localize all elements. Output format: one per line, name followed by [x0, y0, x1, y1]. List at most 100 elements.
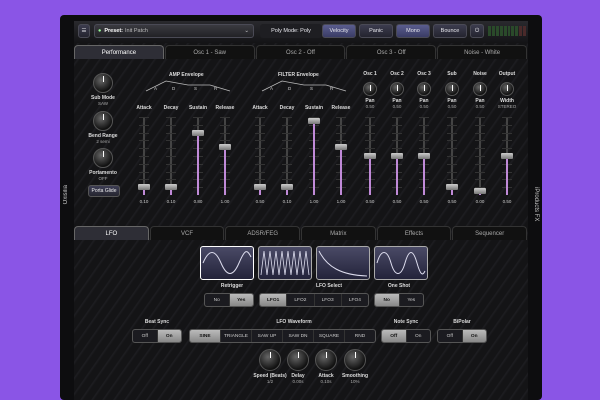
bipolar-option[interactable]: On [462, 330, 486, 342]
portamento-knob[interactable] [93, 148, 113, 168]
fader[interactable] [391, 117, 403, 195]
porta-glide-button[interactable]: Porta Glide [88, 185, 120, 197]
lfo-select-option[interactable]: LFO4 [342, 294, 368, 306]
lfo-knob[interactable] [315, 349, 337, 371]
fader-thumb[interactable] [281, 184, 293, 190]
pan-knob[interactable] [417, 82, 431, 96]
fader-tick [475, 117, 485, 118]
power-button[interactable]: ⏻ [470, 24, 484, 38]
tab-matrix[interactable]: Matrix [301, 226, 376, 240]
fader-thumb[interactable] [165, 184, 177, 190]
fader[interactable] [418, 117, 430, 195]
tab-effects[interactable]: Effects [376, 226, 452, 240]
lfo-waveform-label: LFO Waveform [276, 319, 312, 325]
fader-thumb[interactable] [391, 153, 403, 159]
note-sync-option[interactable]: Off [382, 330, 407, 342]
bipolar-option[interactable]: Off [438, 330, 463, 342]
fader-thumb[interactable] [192, 130, 204, 136]
fader[interactable] [254, 117, 266, 195]
fader-thumb[interactable] [254, 184, 266, 190]
fader-thumb[interactable] [335, 144, 347, 150]
lfo-knob-value: 10% [350, 379, 360, 384]
fader-thumb[interactable] [474, 188, 486, 194]
fader[interactable] [165, 117, 177, 195]
lfo-select-option[interactable]: LFO1 [260, 294, 288, 306]
note-sync-option[interactable]: On [407, 330, 431, 342]
fader[interactable] [335, 117, 347, 195]
pan-knob[interactable] [500, 82, 514, 96]
bounce-button[interactable]: Bounce [433, 24, 467, 38]
fader-tick [139, 171, 149, 173]
fader[interactable] [219, 117, 231, 195]
fader-tick [166, 140, 176, 142]
tab-vcf[interactable]: VCF [149, 226, 225, 240]
menu-button[interactable]: ☰ [78, 24, 90, 38]
one-shot-option[interactable]: No [375, 294, 400, 306]
fader-thumb[interactable] [364, 153, 376, 159]
fader[interactable] [446, 117, 458, 195]
fader[interactable] [281, 117, 293, 195]
waveform-option[interactable]: TRIANGLE [221, 330, 252, 342]
lfo-select-option[interactable]: LFO2 [287, 294, 315, 306]
lfo3-waveform-display[interactable] [316, 246, 370, 280]
lfo-knob[interactable] [259, 349, 281, 371]
retrigger-option[interactable]: Yes [229, 294, 253, 306]
fader-thumb[interactable] [446, 184, 458, 190]
lfo2-waveform-display[interactable] [258, 246, 312, 280]
fader[interactable] [474, 117, 486, 195]
lfo-select-option[interactable]: LFO3 [315, 294, 342, 306]
waveform-option[interactable]: RND [345, 330, 375, 342]
tab-adsr-feg[interactable]: ADSR/FEG [225, 226, 301, 240]
tab-performance[interactable]: Performance [74, 45, 164, 59]
pan-knob[interactable] [445, 82, 459, 96]
lfo1-waveform-display[interactable] [200, 246, 254, 280]
preset-value: Init Patch [124, 28, 148, 34]
tab-osc3[interactable]: Osc 3 - Off [346, 45, 437, 59]
fader-thumb[interactable] [138, 184, 150, 190]
pan-knob[interactable] [390, 82, 404, 96]
pan-knob[interactable] [473, 82, 487, 96]
fader-tick [255, 156, 265, 157]
power-icon: ⏻ [474, 27, 480, 34]
one-shot-option[interactable]: Yes [400, 294, 424, 306]
tab-osc1[interactable]: Osc 1 - Saw [164, 45, 255, 59]
fader-tick [282, 179, 292, 181]
fader-thumb[interactable] [219, 144, 231, 150]
tab-noise[interactable]: Noise - White [437, 45, 527, 59]
fader-thumb[interactable] [501, 153, 513, 159]
fader-tick [392, 140, 402, 142]
fader-tick [255, 163, 265, 165]
fader-value: 0.10 [166, 199, 176, 204]
tab-sequencer[interactable]: Sequencer [452, 226, 528, 240]
sub-mode-knob[interactable] [93, 73, 113, 93]
fader-thumb[interactable] [418, 153, 430, 159]
pan-knob[interactable] [363, 82, 377, 96]
fader[interactable] [364, 117, 376, 195]
panic-button[interactable]: Panic [359, 24, 393, 38]
fader[interactable] [138, 117, 150, 195]
fader-tick [166, 179, 176, 181]
preset-selector[interactable]: ● Preset: Init Patch ⌄ [94, 24, 254, 38]
mono-button[interactable]: Mono [396, 24, 430, 38]
beat-sync-option[interactable]: On [157, 330, 181, 342]
tab-lfo[interactable]: LFO [74, 226, 149, 240]
fader[interactable] [501, 117, 513, 195]
waveform-option[interactable]: SAW UP [252, 330, 283, 342]
retrigger-option[interactable]: No [205, 294, 230, 306]
beat-sync-option[interactable]: Off [133, 330, 158, 342]
waveform-option[interactable]: SAW DN [283, 330, 314, 342]
tab-osc2[interactable]: Osc 2 - Off [255, 45, 346, 59]
velocity-button[interactable]: Velocity [322, 24, 356, 38]
fader-tick [392, 132, 402, 134]
fader-tick [282, 117, 292, 118]
fader[interactable] [308, 117, 320, 195]
lfo-knob[interactable] [344, 349, 366, 371]
lfo-knob[interactable] [287, 349, 309, 371]
bend-range-knob[interactable] [93, 111, 113, 131]
waveform-option[interactable]: SQUARE [314, 330, 345, 342]
fader[interactable] [192, 117, 204, 195]
lfo4-waveform-display[interactable] [374, 246, 428, 280]
fader-value: 0.10 [282, 199, 292, 204]
waveform-option[interactable]: SINE [190, 330, 221, 342]
fader-thumb[interactable] [308, 118, 320, 124]
